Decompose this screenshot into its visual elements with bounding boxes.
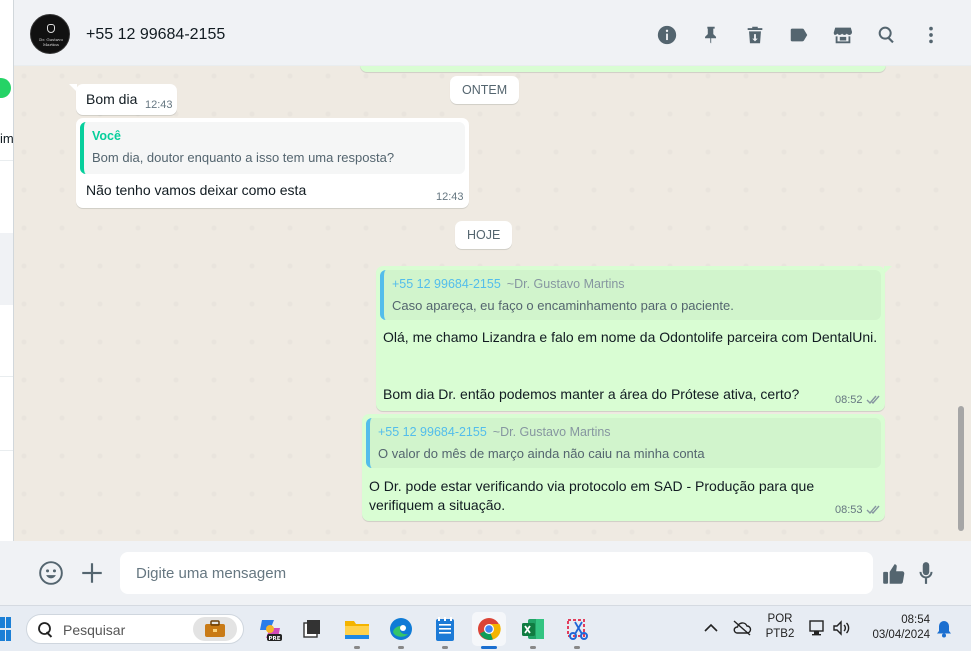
quote-text: O valor do mês de março ainda não caiu n…: [378, 446, 705, 461]
message-bubble-outgoing[interactable]: +55 12 99684-2155 ~Dr. Gustavo Martins O …: [362, 414, 885, 521]
divider: [0, 160, 13, 161]
avatar[interactable]: Dr. Gustavo Martins: [30, 14, 70, 54]
bubble-tail: [884, 266, 892, 274]
search-icon: [38, 622, 53, 638]
briefcase-icon[interactable]: [193, 617, 237, 641]
edge-browser-icon[interactable]: [384, 612, 418, 649]
tooth-logo-icon: [47, 24, 55, 33]
quote-author: +55 12 99684-2155: [378, 425, 487, 439]
emoji-icon[interactable]: [36, 558, 66, 588]
scrollbar-thumb[interactable]: [958, 406, 964, 531]
message-text-line: verifiquem a situação.: [369, 497, 506, 513]
taskbar-search[interactable]: Pesquisar: [26, 614, 244, 644]
language-code: POR: [767, 613, 793, 625]
cloud-offline-icon[interactable]: [732, 619, 752, 637]
date-separator-today: HOJE: [455, 221, 513, 249]
message-text: Não tenho vamos deixar como esta: [86, 182, 307, 198]
message-text-line: Olá, me chamo Lizandra e falo em nome da…: [383, 329, 878, 345]
date-separator-yesterday: ONTEM: [450, 76, 520, 104]
chat-scrollbar[interactable]: [955, 66, 971, 541]
chat-list-sidebar: im: [0, 0, 14, 541]
label-icon[interactable]: [777, 20, 821, 50]
chrome-browser-icon[interactable]: [472, 612, 506, 649]
search-placeholder: Pesquisar: [63, 622, 126, 638]
sidebar-text-fragment: im: [0, 131, 14, 146]
quoted-message[interactable]: +55 12 99684-2155 ~Dr. Gustavo Martins O …: [366, 418, 881, 468]
message-text: Bom dia: [86, 91, 138, 107]
message-list[interactable]: ONTEM Bom dia 12:43 Você Bom dia, doutor…: [14, 66, 955, 541]
message-bubble-outgoing[interactable]: +55 12 99684-2155 ~Dr. Gustavo Martins Ca…: [376, 266, 885, 411]
contact-name[interactable]: +55 12 99684-2155: [86, 26, 225, 44]
chevron-up-icon[interactable]: [704, 622, 718, 634]
message-text-line: O Dr. pode estar verificando via protoco…: [369, 478, 815, 494]
input-language[interactable]: POR PTB2: [764, 612, 796, 642]
copilot-app-icon[interactable]: PRE: [253, 612, 287, 646]
read-ticks-icon: [866, 505, 880, 515]
clock-date: 03/04/2024: [872, 629, 930, 641]
task-view-icon[interactable]: [295, 612, 329, 646]
notepad-icon[interactable]: [428, 612, 462, 649]
snipping-tool-icon[interactable]: [560, 612, 594, 649]
message-composer: [14, 541, 971, 605]
microphone-icon[interactable]: [911, 558, 941, 588]
network-icon[interactable]: [808, 619, 826, 637]
header-actions: [645, 20, 953, 50]
quote-author-subname: ~Dr. Gustavo Martins: [506, 277, 625, 291]
divider: [0, 450, 13, 451]
message-time: 08:52: [835, 394, 863, 406]
quote-text: Bom dia, doutor enquanto a isso tem uma …: [92, 150, 395, 165]
volume-icon[interactable]: [832, 619, 852, 637]
unread-indicator: [0, 78, 11, 98]
chat-header: Dr. Gustavo Martins +55 12 99684-2155: [14, 4, 971, 66]
message-bubble-incoming[interactable]: Você Bom dia, doutor enquanto a isso tem…: [76, 118, 469, 208]
quote-author: Você: [92, 129, 121, 143]
message-time: 08:53: [835, 504, 863, 516]
menu-icon[interactable]: [909, 20, 953, 50]
windows-start-icon[interactable]: [0, 617, 12, 641]
quoted-message[interactable]: +55 12 99684-2155 ~Dr. Gustavo Martins Ca…: [380, 270, 881, 320]
divider: [0, 376, 13, 377]
quote-text: Caso apareça, eu faço o encaminhamento p…: [392, 298, 734, 313]
message-bubble-partial[interactable]: [360, 66, 886, 72]
avatar-logo-text: Dr. Gustavo Martins: [39, 37, 63, 47]
pin-icon[interactable]: [689, 20, 733, 50]
svg-text:PRE: PRE: [269, 636, 281, 642]
quote-author: +55 12 99684-2155: [392, 277, 501, 291]
excel-icon[interactable]: [516, 612, 550, 649]
notification-bell-icon[interactable]: [936, 620, 952, 638]
thumbs-up-icon[interactable]: [879, 559, 909, 589]
info-icon[interactable]: [645, 20, 689, 50]
attach-plus-icon[interactable]: [77, 558, 107, 588]
sidebar-selected-item[interactable]: [0, 233, 13, 305]
message-time: 12:43: [145, 99, 173, 111]
message-text-line: Bom dia Dr. então podemos manter a área …: [383, 386, 800, 402]
catalog-icon[interactable]: [821, 20, 865, 50]
clock-time: 08:54: [901, 614, 930, 626]
quote-author-subname: ~Dr. Gustavo Martins: [492, 425, 611, 439]
delete-icon[interactable]: [733, 20, 777, 50]
message-time: 12:43: [436, 191, 464, 203]
message-bubble-incoming[interactable]: Bom dia 12:43: [76, 84, 177, 115]
system-clock[interactable]: 08:54 03/04/2024: [864, 613, 930, 643]
message-input[interactable]: [120, 552, 873, 594]
file-explorer-icon[interactable]: [340, 612, 374, 649]
search-icon[interactable]: [865, 20, 909, 50]
read-ticks-icon: [866, 395, 880, 405]
quoted-message[interactable]: Você Bom dia, doutor enquanto a isso tem…: [80, 122, 465, 174]
os-taskbar: Pesquisar PRE POR PTB2 08:54 03/04/2024: [0, 605, 971, 651]
keyboard-layout: PTB2: [765, 628, 795, 640]
